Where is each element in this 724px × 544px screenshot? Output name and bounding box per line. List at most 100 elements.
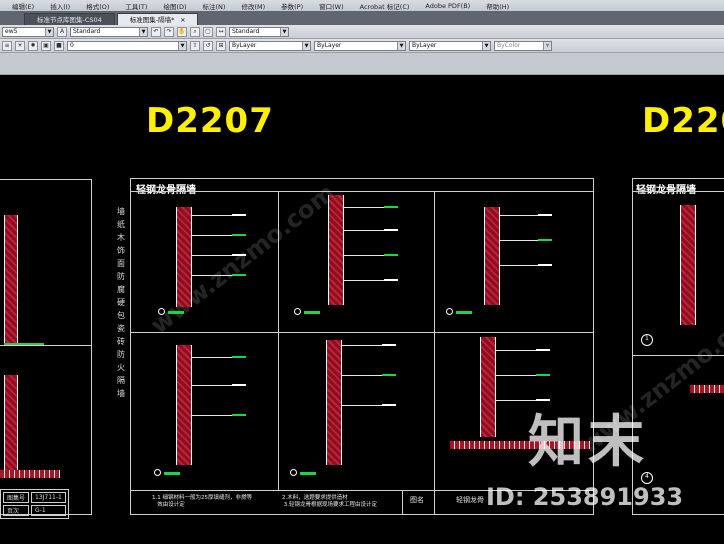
leader-line [192,235,232,236]
menu-item[interactable]: 工具(T) [117,1,155,11]
chevron-down-icon: ▼ [543,41,551,50]
drawing-canvas[interactable]: www.znzmo.com www.znzmo.com D2207 D2207 … [0,75,724,544]
leader-line [192,385,232,386]
undo-icon[interactable]: ↶ [151,26,161,37]
layer-combo-value: 0 [70,41,74,49]
workspace-combo[interactable]: ew5 ▼ [2,26,54,37]
layer-previous-icon[interactable]: ↺ [203,40,213,51]
menu-item[interactable]: 窗口(W) [311,1,352,11]
drawing-code-left: D2207 [146,101,274,141]
layer-combo[interactable]: 0 ▼ [67,40,187,51]
drawing-code-right: D2207 [642,101,724,141]
layer-state-icon[interactable]: ⊞ [216,40,226,51]
sheet-divider [0,345,92,346]
annotation-tag [232,356,246,358]
linetype-combo-value: ByLayer [317,41,342,49]
grid-line [434,490,435,515]
color-square-icon[interactable]: ■ [54,40,64,51]
lock-icon[interactable]: ▣ [41,40,51,51]
table-cell: 图集号 [3,492,30,503]
close-icon[interactable]: ✕ [180,17,185,24]
leader-line [344,280,384,281]
leader-line [500,265,538,266]
document-tab[interactable]: 标准图集-隔墙* ✕ [116,13,199,25]
green-marker [4,343,44,345]
leader-line [192,275,232,276]
brand-watermark: 知末 [528,410,648,475]
menu-item[interactable]: 编辑(E) [4,1,42,11]
chevron-down-icon: ▼ [45,27,53,36]
detail-marker [290,469,297,476]
wall-section [328,195,344,305]
color-combo[interactable]: ByLayer ▼ [229,40,311,51]
tab-label: 标准图集-隔墙* [129,16,175,24]
leader-line [344,207,384,208]
linetype-combo[interactable]: ByLayer ▼ [314,40,406,51]
make-current-icon[interactable]: ⇧ [190,40,200,51]
dim-style-value: Standard [232,27,260,35]
text-style-value: Standard [73,27,101,35]
text-style-combo[interactable]: Standard ▼ [70,26,148,37]
zoom-window-icon[interactable]: ▢ [203,26,213,37]
wall-section [176,207,192,307]
menu-item[interactable]: Adobe PDF(B) [417,2,478,10]
redo-icon[interactable]: ↷ [164,26,174,37]
wall-section [4,215,18,345]
main-sheet [130,178,594,515]
plotstyle-combo-value: ByColor [497,41,521,49]
annotation-tag [384,254,398,256]
document-tab-bar: 标准节点库图集-CS04 标准图集-隔墙* ✕ [0,11,724,25]
annotation-tag [384,206,398,208]
leader-line [192,357,232,358]
table-cell: G-1 [31,505,66,516]
wall-section [480,337,496,437]
wall-section [484,207,500,305]
leader-line [342,405,382,406]
layer-manager-icon[interactable]: ≡ [2,40,12,51]
zoom-icon[interactable]: ⌕ [190,26,200,37]
menu-item[interactable]: 帮助(H) [478,1,517,11]
layers-toolbar: ≡ ☀ ✹ ▣ ■ 0 ▼ ⇧ ↺ ⊞ ByLayer ▼ ByLayer ▼ ByL… [0,39,724,53]
light-bulb-icon[interactable]: ☀ [15,40,25,51]
title-block-label: 图名 [410,496,424,504]
menu-item[interactable]: 插入(I) [42,1,78,11]
annotation-tag [384,279,398,281]
table-cell: 页次 [3,505,30,516]
menu-item[interactable]: 绘图(D) [155,1,194,11]
workspace-combo-value: ew5 [5,27,18,35]
dim-style-icon[interactable]: ↔ [216,26,226,37]
menu-item[interactable]: 修改(M) [233,1,273,11]
grid-line [632,355,724,356]
document-tab[interactable]: 标准节点库图集-CS04 [24,13,115,25]
menu-item[interactable]: 格式(O) [78,1,117,11]
annotation-tag [384,229,398,231]
annotation-tag [536,349,550,351]
menu-item[interactable]: 参数(P) [273,1,311,11]
standard-toolbar: ew5 ▼ A Standard ▼ ↶ ↷ ✋ ⌕ ▢ ↔ Standard ▼ [0,25,724,39]
menu-item[interactable]: 标注(N) [195,1,234,11]
dim-style-combo[interactable]: Standard ▼ [229,26,289,37]
annotation-tag [232,414,246,416]
annotation-tag [382,404,396,406]
lineweight-combo[interactable]: ByLayer ▼ [409,40,491,51]
annotation-tag [232,254,246,256]
detail-marker [446,308,453,315]
sun-icon[interactable]: ✹ [28,40,38,51]
wall-section [4,375,18,475]
pan-icon[interactable]: ✋ [177,26,187,37]
detail-marker [158,308,165,315]
plotstyle-combo[interactable]: ByColor ▼ [494,40,552,51]
leader-line [344,230,384,231]
detail-caption-bar [164,472,180,475]
text-style-icon[interactable]: A [57,26,67,37]
id-watermark: ID: 253891933 [486,483,684,511]
annotation-tag [538,214,552,216]
grid-line [130,191,594,192]
annotation-tag [232,214,246,216]
annotation-tag [232,274,246,276]
floor-section [0,470,60,478]
chevron-down-icon: ▼ [139,27,147,36]
leader-line [192,415,232,416]
wall-section [680,205,696,325]
menu-item[interactable]: Acrobat 标记(C) [352,1,418,11]
